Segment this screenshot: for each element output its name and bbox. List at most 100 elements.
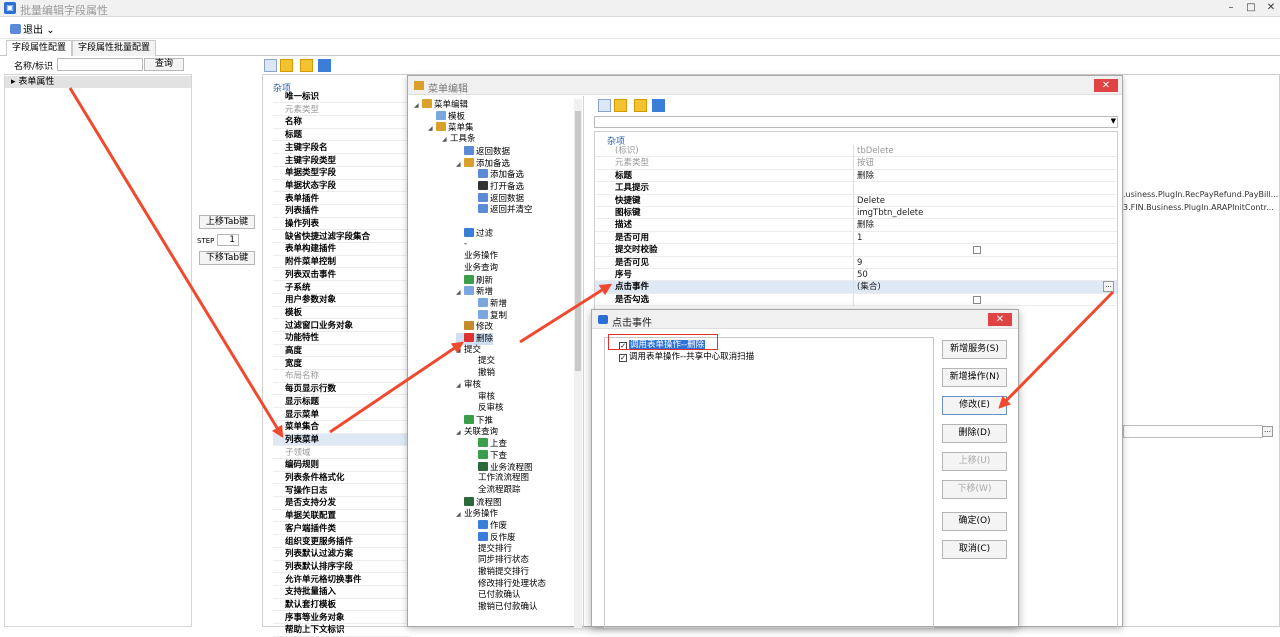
chevron-down-icon[interactable]: ⌄ (46, 25, 54, 36)
cancel-button[interactable]: 取消(C) (942, 540, 1007, 559)
property-row[interactable]: 显示菜单 (273, 409, 411, 421)
property-row[interactable]: 列表双击事件 (273, 269, 411, 282)
menu-tree-node[interactable]: 修改排行处理状态 (470, 579, 546, 590)
property-row[interactable]: 菜单集合 (273, 421, 411, 434)
property-row[interactable]: 单据类型字段 (273, 167, 411, 180)
menu-property-row[interactable]: 点击事件 (集合)... (595, 281, 1117, 294)
menu-tree-node[interactable]: 撤销 (470, 368, 495, 379)
menu-property-row[interactable]: 序号 50 (595, 269, 1117, 282)
menu-tree-node[interactable]: 作废 (470, 520, 507, 532)
menu-tree-node[interactable]: 打开备选 (470, 180, 524, 193)
property-row[interactable]: 名称 (273, 116, 411, 129)
menu-tree-node[interactable]: 过滤 (456, 227, 493, 240)
expand-toggle-icon[interactable]: ◢ (428, 123, 436, 134)
step-input[interactable]: 1 (217, 234, 239, 246)
menu-property-value[interactable]: (集合) (857, 281, 881, 293)
property-row[interactable]: 用户参数对象 (273, 294, 411, 307)
menu-tree-node[interactable]: 撤销提交排行 (470, 567, 529, 578)
menu-property-value[interactable]: 删除 (857, 170, 874, 182)
maximize-button[interactable]: □ (1242, 1, 1260, 15)
property-row[interactable]: 单据关联配置 (273, 510, 411, 523)
property-row[interactable]: 操作列表 (273, 218, 411, 231)
move-down-tab-button[interactable]: 下移Tab键 (199, 251, 255, 265)
menu-tree-node[interactable]: 业务流程图 (470, 461, 533, 474)
property-row[interactable]: 列表菜单 (273, 433, 411, 447)
event-list-item[interactable]: ✓ 调用表单操作--共享中心取消扫描 (619, 352, 754, 362)
property-row[interactable]: 是否支持分发 (273, 497, 411, 510)
menu-tree-node[interactable]: - (456, 239, 467, 250)
property-row[interactable]: 布局名称 (273, 370, 411, 383)
menu-tree-node[interactable]: 提交排行 (470, 544, 512, 555)
menu-property-row[interactable]: 是否可用 1 (595, 231, 1117, 245)
property-row[interactable]: 显示标题 (273, 396, 411, 409)
menu-tree-node[interactable]: ◢ 菜单编辑 (414, 99, 468, 111)
menu-property-row[interactable]: 是否勾选 (595, 293, 1117, 307)
menu-tree-node[interactable]: 提交 (470, 356, 495, 367)
property-row[interactable]: 序事等业务对象 (273, 612, 411, 625)
property-row[interactable]: 子系统 (273, 282, 411, 294)
property-row[interactable]: 主键字段类型 (273, 155, 411, 167)
ok-button[interactable]: 确定(O) (942, 512, 1007, 531)
expand-toggle-icon[interactable]: ◢ (456, 427, 464, 438)
modify-button[interactable]: 修改(E) (942, 396, 1007, 415)
menu-tree-node[interactable]: 全流程跟踪 (470, 485, 521, 496)
menu-tree-node[interactable]: 添加备选 (470, 169, 524, 181)
expand-toggle-icon[interactable]: ◢ (456, 287, 464, 298)
sort-az-icon[interactable] (280, 59, 293, 72)
move-up-button[interactable]: 上移(U) (942, 452, 1007, 471)
property-row[interactable]: 支持批量插入 (273, 586, 411, 599)
menu-tree-node[interactable]: ◢ 菜单集 (428, 122, 474, 134)
checkbox[interactable] (973, 295, 981, 304)
menu-property-row[interactable]: 提交时校验 (595, 244, 1117, 257)
menu-tree-node[interactable] (456, 216, 464, 227)
property-row[interactable]: 元素类型 (273, 104, 411, 117)
menu-tree-node[interactable]: 反审核 (470, 403, 504, 414)
property-icon[interactable] (318, 59, 331, 72)
event-checkbox[interactable]: ✓ (619, 354, 627, 362)
menu-property-row[interactable]: 标题 删除 (595, 169, 1117, 183)
menu-tree-node[interactable]: 审核 (470, 392, 495, 403)
property-row[interactable]: 默认套打模板 (273, 599, 411, 612)
menu-tree-node[interactable]: ◢ 工具条 (442, 134, 476, 145)
menu-property-row[interactable]: (标识) tbDelete (595, 145, 1117, 158)
list-menu-ellipsis-button[interactable]: … (1262, 426, 1273, 437)
menu-tree-node[interactable]: 修改 (456, 321, 493, 333)
expand-toggle-icon[interactable]: ◢ (442, 134, 450, 145)
property-row[interactable]: 标题 (273, 129, 411, 142)
menu-property-row[interactable]: 是否可见 9 (595, 256, 1117, 269)
menu-tree-node[interactable]: 反作废 (470, 531, 516, 544)
menu-editor-close-button[interactable]: ✕ (1094, 79, 1118, 92)
menu-property-row[interactable]: 工具提示 (595, 182, 1117, 195)
property-row[interactable]: 主键字段名 (273, 142, 411, 155)
categorized-view-icon[interactable] (264, 59, 277, 72)
categorized-view-icon[interactable] (598, 99, 611, 112)
menu-property-value[interactable]: 按钮 (857, 157, 874, 169)
scroll-thumb[interactable] (575, 111, 581, 371)
menu-tree-node[interactable]: 上查 (470, 438, 507, 450)
property-row[interactable]: 列表条件格式化 (273, 472, 411, 485)
menu-property-value[interactable]: imgTbtn_delete (857, 207, 923, 219)
property-row[interactable]: 表单插件 (273, 193, 411, 205)
menu-tree-node[interactable]: 流程图 (456, 496, 502, 509)
property-row[interactable]: 允许单元格切换事件 (273, 574, 411, 586)
property-row[interactable]: 表单构建插件 (273, 243, 411, 256)
menu-property-row[interactable]: 元素类型 按钮 (595, 157, 1117, 170)
property-row[interactable]: 宽度 (273, 358, 411, 371)
property-row[interactable]: 组织变更服务插件 (273, 536, 411, 548)
property-row[interactable]: 帮助上下文标识 (273, 624, 411, 637)
menu-tree-node[interactable]: 业务查询 (456, 263, 498, 274)
search-input[interactable] (57, 58, 143, 71)
property-row[interactable]: 列表插件 (273, 205, 411, 218)
property-row[interactable]: 每页显示行数 (273, 383, 411, 396)
menu-tree-node[interactable]: 已付款确认 (470, 590, 521, 601)
property-row[interactable]: 模板 (273, 307, 411, 320)
expand-toggle-icon[interactable]: ◢ (456, 380, 464, 391)
exit-button[interactable]: 退出 ⌄ (10, 21, 55, 36)
menu-property-row[interactable]: 描述 删除 (595, 219, 1117, 232)
menu-tree-node[interactable]: 业务操作 (456, 251, 498, 262)
property-row[interactable]: 缺省快捷过滤字段集合 (273, 231, 411, 244)
minimize-button[interactable]: – (1222, 1, 1240, 15)
property-row[interactable]: 高度 (273, 345, 411, 358)
menu-tree-node[interactable]: 模板 (428, 110, 465, 123)
tree-node-form-properties[interactable]: ▸ 表单属性 (5, 76, 191, 88)
